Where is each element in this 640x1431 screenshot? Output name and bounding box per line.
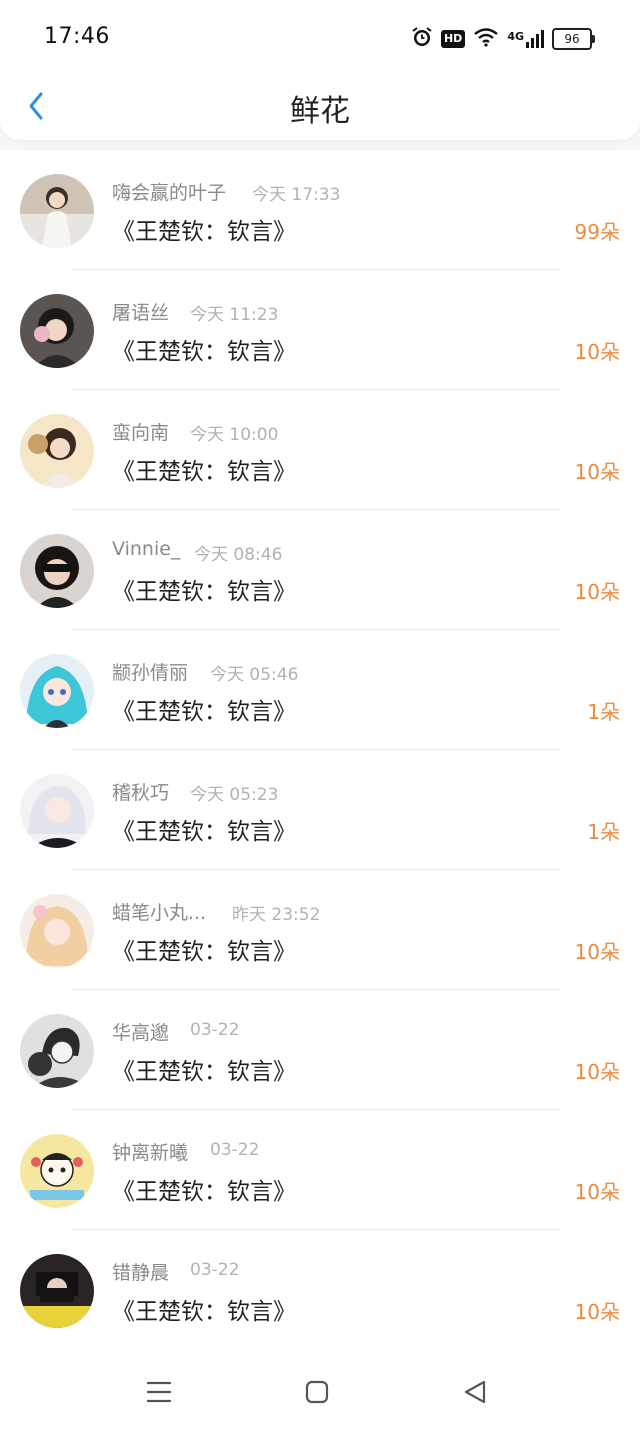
book-title: 《王楚钦：钦言》 bbox=[112, 1059, 296, 1085]
book-title: 《王楚钦：钦言》 bbox=[112, 579, 296, 605]
avatar[interactable] bbox=[20, 774, 94, 848]
user-name: 蜡笔小丸... bbox=[112, 902, 207, 924]
user-name: 屠语丝 bbox=[112, 302, 170, 324]
battery-icon: 96 bbox=[552, 28, 595, 50]
4g-signal-icon: 4G bbox=[507, 30, 544, 48]
list-item[interactable]: 蜡笔小丸... 昨天 23:52 《王楚钦：钦言》 10朵 bbox=[0, 870, 640, 990]
user-name: 蛮向南 bbox=[112, 422, 170, 444]
flower-count: 1朵 bbox=[587, 700, 620, 724]
flower-count: 10朵 bbox=[574, 340, 620, 364]
flower-count: 10朵 bbox=[574, 1180, 620, 1204]
user-name: 颛孙倩丽 bbox=[112, 662, 189, 684]
gift-time: 03-22 bbox=[190, 1260, 240, 1280]
status-bar: 17:46 HD 4G 96 bbox=[0, 0, 640, 76]
book-title: 《王楚钦：钦言》 bbox=[112, 699, 296, 725]
gift-time: 今天 17:33 bbox=[252, 185, 341, 205]
gift-time: 今天 10:00 bbox=[190, 425, 279, 445]
avatar[interactable] bbox=[20, 894, 94, 968]
list-item[interactable]: 屠语丝 今天 11:23 《王楚钦：钦言》 10朵 bbox=[0, 270, 640, 390]
book-title: 《王楚钦：钦言》 bbox=[112, 219, 296, 245]
nav-header: 鲜花 bbox=[0, 76, 640, 140]
user-name: 嗨会赢的叶子 bbox=[112, 182, 227, 204]
flower-count: 10朵 bbox=[574, 460, 620, 484]
list-item[interactable]: 钟离新曦 03-22 《王楚钦：钦言》 10朵 bbox=[0, 1110, 640, 1230]
avatar[interactable] bbox=[20, 174, 94, 248]
gift-time: 03-22 bbox=[210, 1140, 260, 1160]
gift-time: 03-22 bbox=[190, 1020, 240, 1040]
home-square-icon[interactable] bbox=[302, 1377, 332, 1407]
avatar[interactable] bbox=[20, 414, 94, 488]
list-item[interactable]: 颛孙倩丽 今天 05:46 《王楚钦：钦言》 1朵 bbox=[0, 630, 640, 750]
system-nav-bar bbox=[0, 1349, 640, 1431]
user-name: 钟离新曦 bbox=[112, 1142, 189, 1164]
flower-count: 99朵 bbox=[574, 220, 620, 244]
flower-count: 10朵 bbox=[574, 1060, 620, 1084]
gift-time: 今天 11:23 bbox=[190, 305, 279, 325]
flower-count: 10朵 bbox=[574, 940, 620, 964]
user-name: 稽秋巧 bbox=[112, 782, 170, 804]
flower-count: 1朵 bbox=[587, 820, 620, 844]
user-name: 错静晨 bbox=[112, 1262, 170, 1284]
hd-icon: HD bbox=[440, 30, 466, 48]
flower-count: 10朵 bbox=[574, 1300, 620, 1324]
status-time: 17:46 bbox=[44, 24, 110, 49]
back-triangle-icon[interactable] bbox=[460, 1377, 490, 1407]
user-name: Vinnie_ bbox=[112, 538, 181, 560]
wifi-icon bbox=[473, 27, 499, 51]
flower-count: 10朵 bbox=[574, 580, 620, 604]
status-icons: HD 4G 96 bbox=[411, 26, 595, 52]
avatar[interactable] bbox=[20, 294, 94, 368]
gift-time: 今天 05:23 bbox=[190, 785, 279, 805]
user-name: 华高邈 bbox=[112, 1022, 170, 1044]
book-title: 《王楚钦：钦言》 bbox=[112, 1179, 296, 1205]
gift-time: 昨天 23:52 bbox=[232, 905, 321, 925]
avatar[interactable] bbox=[20, 1134, 94, 1208]
network-label: 4G bbox=[507, 30, 524, 43]
list-item[interactable]: Vinnie_ 今天 08:46 《王楚钦：钦言》 10朵 bbox=[0, 510, 640, 630]
menu-icon[interactable] bbox=[144, 1377, 174, 1407]
avatar[interactable] bbox=[20, 1254, 94, 1328]
list-item[interactable]: 稽秋巧 今天 05:23 《王楚钦：钦言》 1朵 bbox=[0, 750, 640, 870]
flower-list: 嗨会赢的叶子 今天 17:33 《王楚钦：钦言》 99朵 屠语丝 今天 11:2… bbox=[0, 150, 640, 1350]
avatar[interactable] bbox=[20, 654, 94, 728]
book-title: 《王楚钦：钦言》 bbox=[112, 459, 296, 485]
book-title: 《王楚钦：钦言》 bbox=[112, 1299, 296, 1325]
list-item[interactable]: 嗨会赢的叶子 今天 17:33 《王楚钦：钦言》 99朵 bbox=[0, 150, 640, 270]
gift-time: 今天 05:46 bbox=[210, 665, 299, 685]
page-title: 鲜花 bbox=[290, 94, 350, 129]
list-item[interactable]: 错静晨 03-22 《王楚钦：钦言》 10朵 bbox=[0, 1230, 640, 1350]
book-title: 《王楚钦：钦言》 bbox=[112, 339, 296, 365]
list-item[interactable]: 蛮向南 今天 10:00 《王楚钦：钦言》 10朵 bbox=[0, 390, 640, 510]
book-title: 《王楚钦：钦言》 bbox=[112, 819, 296, 845]
gift-time: 今天 08:46 bbox=[194, 545, 283, 565]
list-item[interactable]: 华高邈 03-22 《王楚钦：钦言》 10朵 bbox=[0, 990, 640, 1110]
alarm-icon bbox=[411, 26, 433, 52]
book-title: 《王楚钦：钦言》 bbox=[112, 939, 296, 965]
avatar[interactable] bbox=[20, 1014, 94, 1088]
avatar[interactable] bbox=[20, 534, 94, 608]
